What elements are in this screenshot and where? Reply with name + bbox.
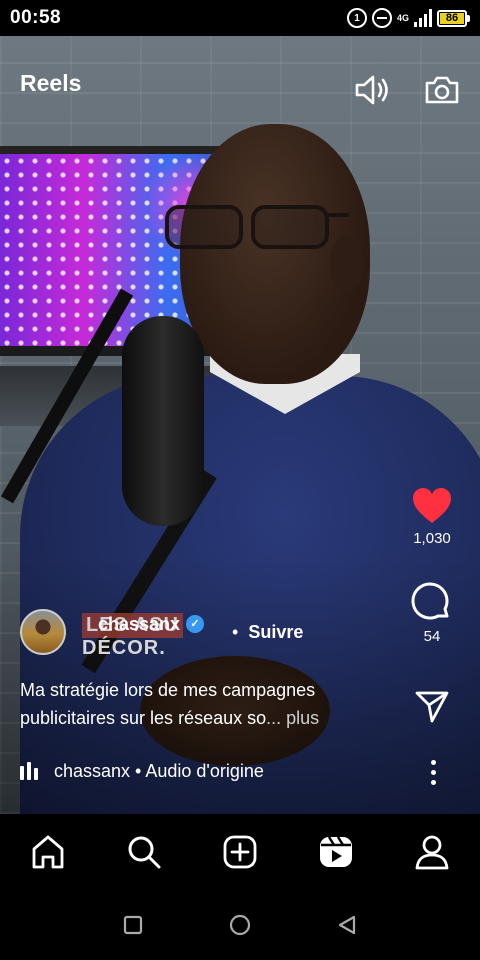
status-icons: 1 4G 86 <box>346 8 470 28</box>
system-nav <box>0 890 480 960</box>
audio-row[interactable]: chassanx • Audio d'origine <box>20 757 264 785</box>
nav-profile[interactable] <box>402 822 462 882</box>
create-icon <box>223 835 257 869</box>
verified-badge-icon: ✓ <box>186 615 204 633</box>
video-overlay-text-2: DÉCOR. <box>82 637 166 659</box>
back-triangle-icon <box>338 915 355 935</box>
avatar[interactable] <box>20 609 66 655</box>
home-button[interactable] <box>225 910 255 940</box>
send-icon <box>415 691 449 723</box>
battery-icon: 86 <box>437 9 470 27</box>
reels-icon <box>320 836 352 867</box>
caption-ellipsis: ... <box>266 708 282 728</box>
home-icon <box>32 835 64 869</box>
data-saver-icon: 1 <box>346 8 367 28</box>
nav-search[interactable] <box>114 822 174 882</box>
nav-reels[interactable] <box>306 822 366 882</box>
reel-owner-row: LES ASU DÉCOR. chassanx ✓ • Suivre <box>20 607 303 659</box>
audio-label: chassanx • Audio d'origine <box>54 760 264 781</box>
back-button[interactable] <box>332 910 362 940</box>
bottom-nav <box>0 814 480 890</box>
signal-icon <box>414 9 432 27</box>
profile-icon <box>415 835 449 870</box>
video-person-glasses <box>165 201 349 253</box>
audio-waveform-icon <box>20 762 38 780</box>
more-options-icon[interactable] <box>426 760 440 788</box>
reel-caption[interactable]: Ma stratégie lors de mes campagnes publi… <box>20 676 380 732</box>
follow-button[interactable]: Suivre <box>248 622 303 643</box>
nav-home[interactable] <box>18 822 78 882</box>
recents-button[interactable] <box>118 910 148 940</box>
separator-dot: • <box>232 621 239 642</box>
caption-more-link[interactable]: plus <box>281 708 319 728</box>
nav-create[interactable] <box>210 822 270 882</box>
speaker-icon[interactable] <box>352 70 392 110</box>
do-not-disturb-icon <box>371 8 392 28</box>
search-icon <box>128 836 161 869</box>
status-bar: 00:58 1 4G 86 <box>0 0 480 36</box>
video-microphone <box>122 316 204 526</box>
home-circle-icon <box>229 914 251 936</box>
comment-icon <box>411 582 449 620</box>
page-title: Reels <box>20 70 82 96</box>
like-count: 1,030 <box>413 530 451 547</box>
network-type-label: 4G <box>396 13 409 23</box>
recents-icon <box>124 915 143 935</box>
comment-count: 54 <box>423 628 441 645</box>
like-button[interactable]: 1,030 <box>402 486 462 547</box>
username-area[interactable]: LES ASU DÉCOR. chassanx ✓ <box>82 607 232 659</box>
comment-button[interactable]: 54 <box>402 582 462 645</box>
heart-icon <box>413 488 451 523</box>
username-link[interactable]: chassanx <box>98 614 180 635</box>
status-time: 00:58 <box>10 7 62 28</box>
battery-level: 86 <box>440 12 464 24</box>
camera-icon[interactable] <box>422 70 462 110</box>
share-button[interactable] <box>402 690 462 724</box>
